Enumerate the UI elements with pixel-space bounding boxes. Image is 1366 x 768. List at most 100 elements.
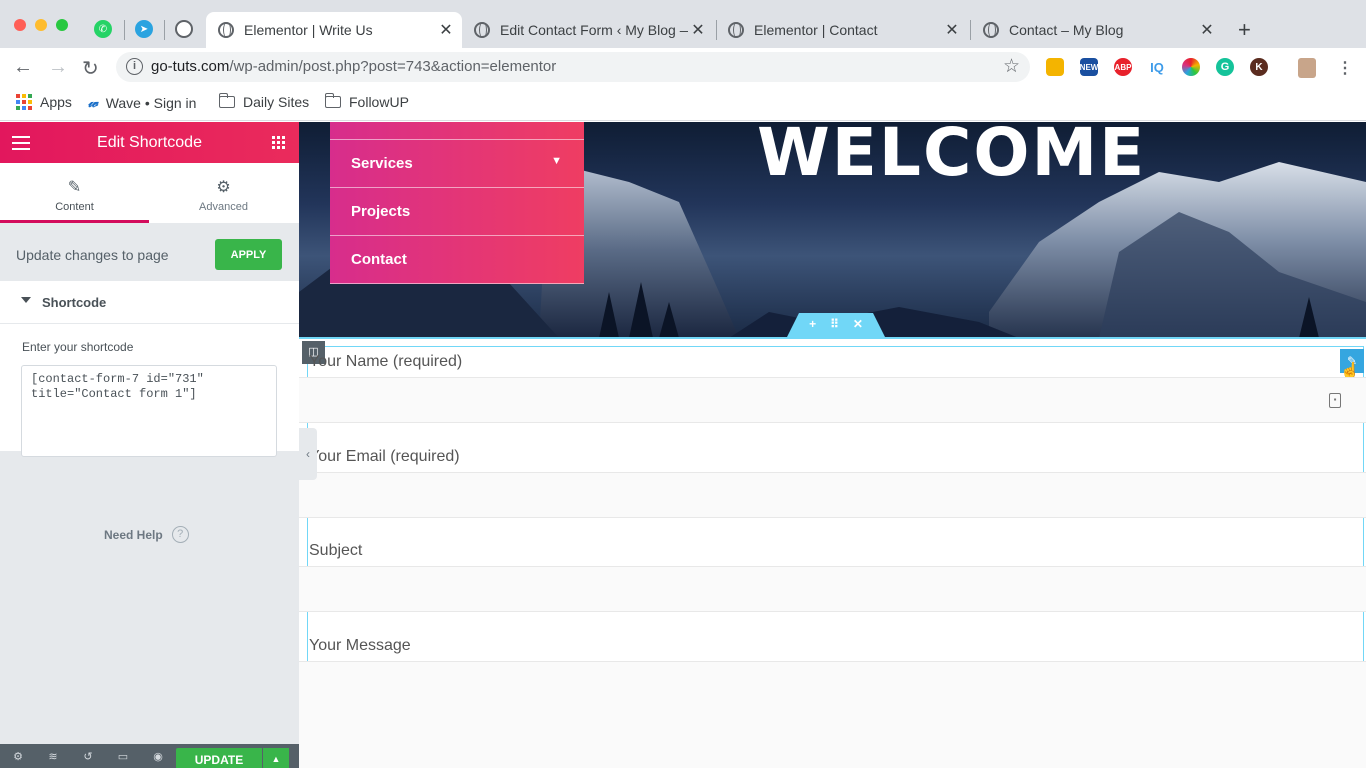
globe-icon: [728, 22, 744, 38]
tab-title: Elementor | Write Us: [244, 22, 373, 38]
info-icon[interactable]: i: [126, 58, 143, 75]
delete-section-close-icon[interactable]: ✕: [853, 317, 863, 331]
close-window-button[interactable]: [14, 19, 26, 31]
adblock-extension-label: ABP: [1114, 62, 1132, 72]
bookmark-apps[interactable]: Apps: [16, 94, 72, 110]
history-icon[interactable]: ↺: [82, 751, 94, 763]
shortcode-section-body: Enter your shortcode [contact-form-7 id=…: [0, 324, 299, 457]
k-extension-icon[interactable]: K: [1250, 58, 1268, 76]
tab-elementor-contact[interactable]: Elementor | Contact ✕: [716, 12, 968, 48]
form-label-email: Your Email (required): [309, 448, 460, 465]
colorful-extension-icon[interactable]: [1182, 58, 1200, 76]
minimize-window-button[interactable]: [35, 19, 47, 31]
settings-gear-icon[interactable]: ⚙: [12, 751, 24, 763]
new-tab-button[interactable]: +: [1238, 17, 1251, 43]
folder-icon: [324, 93, 341, 108]
hero-section[interactable]: WELCOME Services ▼ Projects Contact + ⠿ …: [299, 122, 1366, 338]
update-options-caret-icon[interactable]: ▲: [263, 748, 289, 768]
panel-header: Edit Shortcode: [0, 122, 299, 163]
bookmark-followup[interactable]: FollowUP: [324, 93, 409, 110]
menu-item-projects[interactable]: Projects: [330, 188, 584, 236]
globe-pinned-tab-icon[interactable]: [175, 20, 193, 38]
menu-item-services[interactable]: Services ▼: [330, 140, 584, 188]
name-input[interactable]: [299, 377, 1366, 423]
grammarly-extension-icon[interactable]: G: [1216, 58, 1234, 76]
tab-advanced-label: Advanced: [199, 201, 248, 213]
need-help-link[interactable]: Need Help ?: [104, 526, 189, 543]
section-handle[interactable]: + ⠿ ✕: [787, 313, 885, 337]
iq-extension-label: IQ: [1150, 59, 1164, 75]
form-label-name: Your Name (required): [309, 353, 463, 370]
contact-form-widget[interactable]: ◫ ✎ ☝ Your Name (required) ▪ Your Email …: [299, 339, 1366, 768]
wave-icon: 𝓌: [88, 94, 98, 110]
drag-handle-icon[interactable]: ⠿: [830, 317, 839, 331]
widgets-grid-icon[interactable]: [272, 136, 285, 149]
chrome-menu-icon[interactable]: ⋮: [1337, 58, 1353, 78]
email-input[interactable]: [299, 472, 1366, 518]
news-extension-label: NEW: [1079, 62, 1099, 72]
add-section-plus-icon[interactable]: +: [809, 317, 816, 331]
adblock-extension-icon[interactable]: ABP: [1114, 58, 1132, 76]
welcome-heading[interactable]: WELCOME: [757, 122, 1146, 191]
subject-input[interactable]: [299, 566, 1366, 612]
update-changes-row: Update changes to page APPLY: [0, 223, 299, 281]
elementor-panel: Edit Shortcode ✎ Content ⚙ Advanced Upda…: [0, 122, 299, 768]
tab-title: Contact – My Blog: [1009, 22, 1124, 38]
contact-card-icon[interactable]: ▪: [1329, 393, 1341, 408]
address-bar[interactable]: i go-tuts.com/wp-admin/post.php?post=743…: [116, 52, 1030, 82]
menu-item-label: Projects: [351, 203, 411, 220]
collapse-panel-arrow-icon[interactable]: ‹: [299, 428, 317, 480]
tab-content-label: Content: [55, 201, 94, 213]
notes-extension-icon[interactable]: [1046, 58, 1064, 76]
tab-close-icon[interactable]: ✕: [436, 20, 456, 40]
panel-tabs: ✎ Content ⚙ Advanced: [0, 163, 299, 223]
tab-contact-my-blog[interactable]: Contact – My Blog ✕: [971, 12, 1223, 48]
elementor-canvas: WELCOME Services ▼ Projects Contact + ⠿ …: [299, 122, 1366, 768]
menu-item-partial[interactable]: [330, 122, 584, 140]
forward-arrow-icon[interactable]: →: [48, 56, 68, 79]
shortcode-section: Shortcode Enter your shortcode [contact-…: [0, 281, 299, 457]
tab-close-icon[interactable]: ✕: [1197, 20, 1217, 40]
menu-item-label: Contact: [351, 251, 407, 268]
tab-content[interactable]: ✎ Content: [0, 163, 149, 223]
caret-down-icon: [21, 297, 31, 303]
globe-icon: [474, 22, 490, 38]
folder-icon: [218, 93, 235, 108]
tab-elementor-write-us[interactable]: Elementor | Write Us ✕: [206, 12, 462, 48]
telegram-pinned-tab-icon[interactable]: ➤: [135, 20, 153, 38]
iq-extension-icon[interactable]: IQ: [1148, 58, 1166, 76]
bookmark-star-icon[interactable]: ☆: [1003, 55, 1020, 78]
profile-avatar[interactable]: [1298, 58, 1316, 78]
shortcode-textarea[interactable]: [contact-form-7 id="731" title="Contact …: [21, 365, 277, 457]
tab-advanced[interactable]: ⚙ Advanced: [149, 163, 298, 223]
url-text: go-tuts.com/wp-admin/post.php?post=743&a…: [151, 58, 556, 75]
bookmark-label: FollowUP: [349, 94, 409, 110]
menu-item-label: Services: [351, 155, 413, 172]
tab-edit-contact-form[interactable]: Edit Contact Form ‹ My Blog — ✕: [462, 12, 714, 48]
menu-item-contact[interactable]: Contact: [330, 236, 584, 284]
question-circle-icon: ?: [171, 526, 189, 543]
panel-title: Edit Shortcode: [97, 134, 202, 151]
message-textarea[interactable]: [299, 661, 1366, 768]
tab-close-icon[interactable]: ✕: [942, 20, 962, 40]
news-extension-icon[interactable]: NEW: [1080, 58, 1098, 76]
navigator-layers-icon[interactable]: ≋: [47, 751, 59, 763]
form-label-message: Your Message: [309, 637, 411, 654]
bookmark-daily-sites[interactable]: Daily Sites: [218, 93, 309, 110]
tab-title: Edit Contact Form ‹ My Blog —: [500, 22, 688, 38]
pencil-icon: ✎: [67, 179, 82, 196]
grammarly-extension-label: G: [1220, 61, 1230, 73]
back-arrow-icon[interactable]: ←: [13, 56, 33, 79]
reload-icon[interactable]: ↻: [82, 56, 99, 81]
tab-close-icon[interactable]: ✕: [688, 20, 708, 40]
bookmark-wave[interactable]: 𝓌 Wave • Sign in: [88, 94, 196, 111]
update-button[interactable]: UPDATE: [176, 748, 262, 768]
preview-eye-icon[interactable]: ◉: [152, 751, 164, 763]
globe-icon: [218, 22, 234, 38]
apply-button[interactable]: APPLY: [215, 239, 282, 270]
maximize-window-button[interactable]: [56, 19, 68, 31]
shortcode-section-header[interactable]: Shortcode: [0, 281, 299, 324]
responsive-desktop-icon[interactable]: ▭: [117, 751, 129, 763]
bookmark-label: Wave • Sign in: [105, 94, 197, 111]
whatsapp-pinned-tab-icon[interactable]: ✆: [94, 20, 112, 38]
